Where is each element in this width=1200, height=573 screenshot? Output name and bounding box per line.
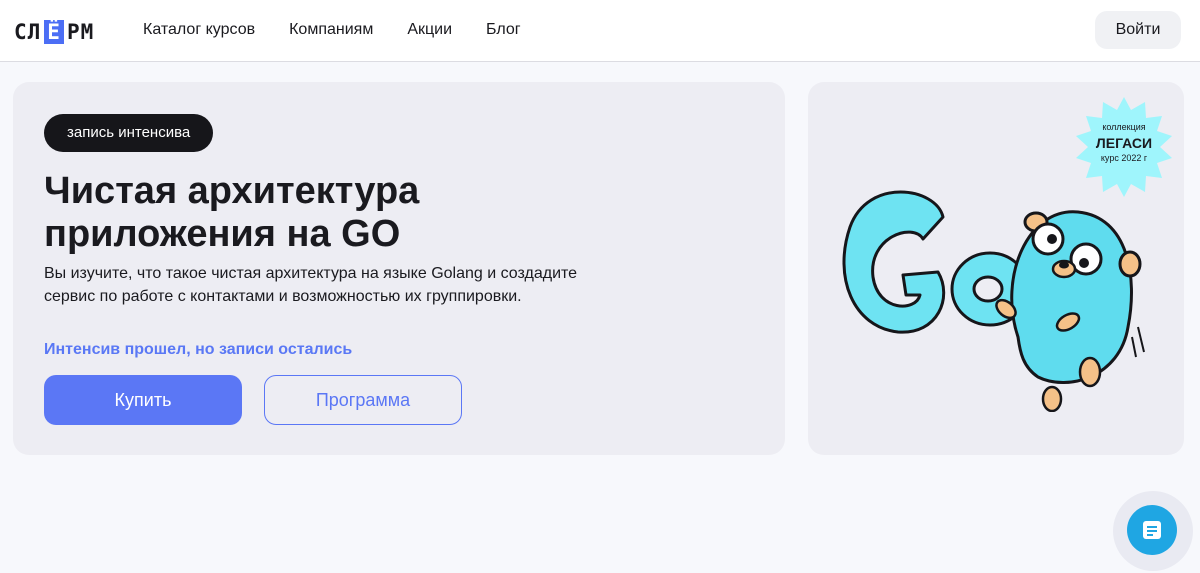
- main-nav: Каталог курсов Компаниям Акции Блог: [143, 20, 555, 40]
- chat-button[interactable]: [1127, 505, 1177, 555]
- logo-part-highlight: Ё: [44, 20, 64, 44]
- course-type-tag: запись интенсива: [44, 114, 214, 152]
- course-status: Интенсив прошел, но записи остались: [44, 341, 353, 358]
- badge-line-1: коллекция: [1102, 122, 1146, 132]
- login-button[interactable]: Войти: [1095, 11, 1181, 49]
- logo[interactable]: СЛ Ё РМ: [14, 20, 94, 44]
- buy-button[interactable]: Купить: [44, 375, 242, 425]
- site-header: СЛ Ё РМ Каталог курсов Компаниям Акции Бло…: [0, 0, 1200, 62]
- badge-line-2: ЛЕГАСИ: [1095, 135, 1153, 151]
- badge-line-3: курс 2022 г: [1100, 153, 1148, 163]
- go-gopher-illustration: [842, 190, 1145, 412]
- logo-part-end: РМ: [66, 20, 95, 44]
- course-title: Чистая архитектура приложения на GO: [44, 170, 420, 255]
- program-button[interactable]: Программа: [264, 375, 462, 425]
- course-hero-card: запись интенсива Чистая архитектура прил…: [13, 82, 785, 455]
- nav-catalog[interactable]: Каталог курсов: [143, 20, 255, 40]
- nav-companies[interactable]: Компаниям: [289, 20, 373, 40]
- chat-icon: [1143, 521, 1161, 539]
- nav-promotions[interactable]: Акции: [407, 20, 452, 40]
- course-image-card: коллекция ЛЕГАСИ курс 2022 г: [808, 82, 1184, 455]
- nav-blog[interactable]: Блог: [486, 20, 521, 40]
- logo-part-start: СЛ: [14, 20, 42, 44]
- course-description: Вы изучите, что такое чистая архитектура…: [44, 265, 578, 305]
